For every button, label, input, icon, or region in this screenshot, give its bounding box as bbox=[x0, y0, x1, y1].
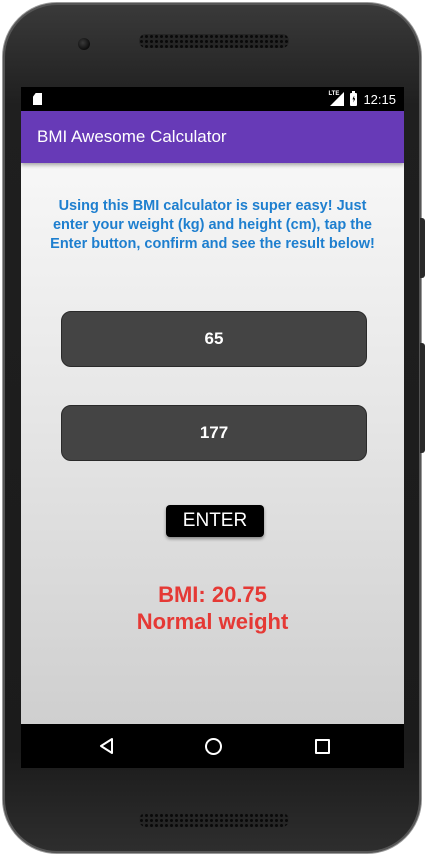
status-icons: LTE 12:15 bbox=[328, 87, 396, 111]
back-icon[interactable] bbox=[99, 738, 115, 754]
home-icon[interactable] bbox=[205, 738, 222, 755]
navigation-bar bbox=[21, 724, 404, 768]
app-bar: BMI Awesome Calculator bbox=[21, 111, 404, 163]
bottom-speaker bbox=[139, 813, 289, 827]
cell-signal-icon: LTE bbox=[328, 91, 345, 106]
main-content: Using this BMI calculator is super easy!… bbox=[21, 163, 404, 724]
sd-card-icon bbox=[33, 93, 42, 105]
enter-button[interactable]: ENTER bbox=[166, 505, 264, 537]
instructions-text: Using this BMI calculator is super easy!… bbox=[50, 198, 375, 252]
front-camera bbox=[78, 38, 90, 50]
recents-icon[interactable] bbox=[315, 739, 330, 754]
top-speaker bbox=[139, 34, 289, 48]
volume-button bbox=[420, 218, 425, 278]
status-clock: 12:15 bbox=[363, 91, 396, 107]
status-bar: LTE 12:15 bbox=[21, 87, 404, 111]
app-title: BMI Awesome Calculator bbox=[37, 127, 227, 146]
screen: LTE 12:15 BMI Awesome Calculator Using t… bbox=[21, 87, 404, 768]
height-input[interactable]: 177 bbox=[61, 405, 367, 461]
phone-frame: LTE 12:15 BMI Awesome Calculator Using t… bbox=[3, 3, 425, 853]
network-type-label: LTE bbox=[328, 91, 340, 97]
weight-input[interactable]: 65 bbox=[61, 311, 367, 367]
bmi-value-text: BMI: 20.75 bbox=[158, 582, 267, 607]
bmi-category-text: Normal weight bbox=[136, 609, 289, 634]
battery-charging-icon bbox=[350, 90, 358, 106]
power-button bbox=[420, 343, 425, 453]
result-panel: BMI: 20.75 Normal weight bbox=[21, 581, 404, 635]
